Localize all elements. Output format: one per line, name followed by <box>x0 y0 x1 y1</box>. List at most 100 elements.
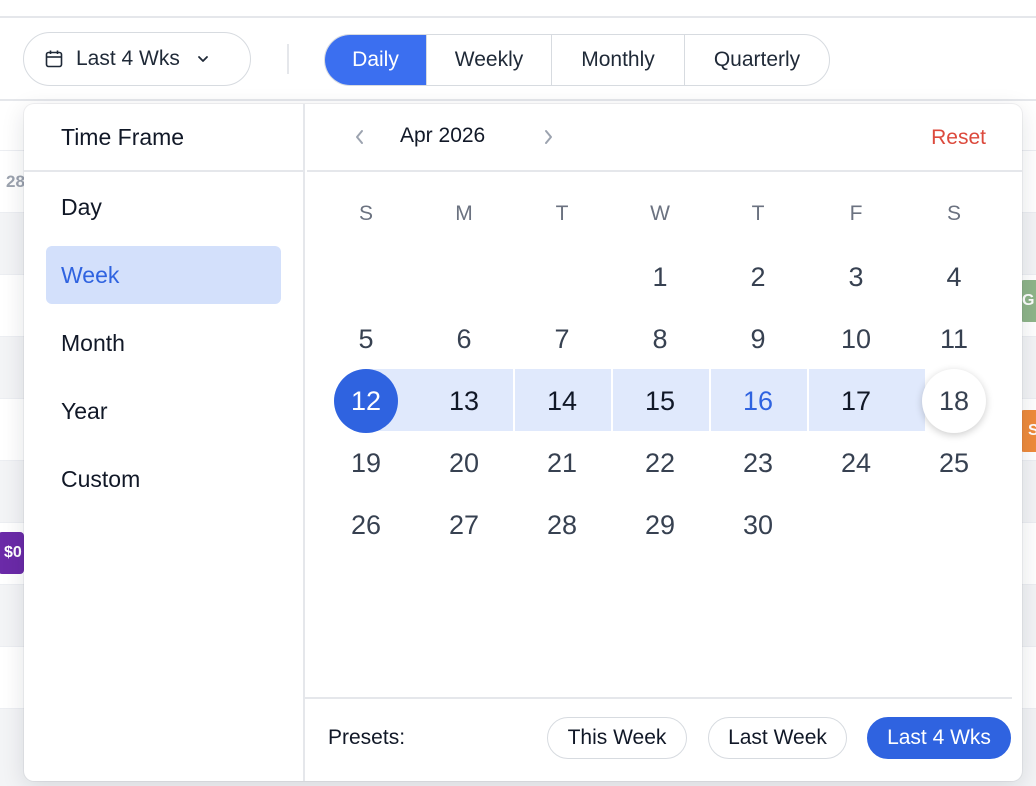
day-number: 18 <box>938 385 970 416</box>
day-number: 4 <box>946 261 962 292</box>
day-25[interactable]: 25 <box>905 432 1003 494</box>
chevron-down-icon <box>197 56 208 62</box>
time-frame-month[interactable]: Month <box>46 314 281 372</box>
day-18[interactable]: 18 <box>905 369 1003 433</box>
time-frame-custom[interactable]: Custom <box>46 450 281 508</box>
preset-last-week[interactable]: Last Week <box>708 717 847 759</box>
day-number: 29 <box>644 509 676 540</box>
bg-event-chip: G <box>1020 280 1036 322</box>
day-empty <box>905 494 1003 556</box>
day-26[interactable]: 26 <box>317 494 415 556</box>
day-number: 16 <box>742 385 774 416</box>
day-13[interactable]: 13 <box>415 370 513 432</box>
day-8[interactable]: 8 <box>611 308 709 370</box>
day-16[interactable]: 16 <box>709 370 807 432</box>
weekday-sun: S <box>358 202 373 225</box>
day-23[interactable]: 23 <box>709 432 807 494</box>
day-number: 3 <box>848 261 864 292</box>
day-22[interactable]: 22 <box>611 432 709 494</box>
day-number: 10 <box>840 323 872 354</box>
day-30[interactable]: 30 <box>709 494 807 556</box>
view-daily-button[interactable]: Daily <box>325 35 426 85</box>
day-number: 8 <box>652 323 668 354</box>
time-frame-day[interactable]: Day <box>46 178 281 236</box>
weekday-mon: M <box>455 202 473 225</box>
presets-label: Presets: <box>328 726 406 749</box>
day-number: 7 <box>554 323 570 354</box>
day-empty <box>317 246 415 308</box>
day-number: 27 <box>448 509 480 540</box>
week-row: 26 27 28 29 30 <box>317 494 1003 556</box>
day-number: 23 <box>742 447 774 478</box>
view-switcher: Daily Weekly Monthly Quarterly <box>324 34 830 86</box>
weekday-header: S M T W T F S <box>317 202 1003 226</box>
calendar-icon <box>45 50 63 68</box>
day-17[interactable]: 17 <box>807 370 905 432</box>
day-number: 15 <box>644 385 676 416</box>
day-empty <box>513 246 611 308</box>
day-number: 21 <box>546 447 578 478</box>
preset-this-week[interactable]: This Week <box>547 717 687 759</box>
preset-last-4-wks[interactable]: Last 4 Wks <box>867 717 1011 759</box>
time-frame-panel: Time Frame Day Week Month Year Custom <box>24 104 305 781</box>
day-6[interactable]: 6 <box>415 308 513 370</box>
date-range-label: Last 4 Wks <box>76 47 180 70</box>
day-grid: 1 2 3 4 5 6 7 8 9 10 11 12 13 14 15 16 17 18 19 20 21 22 23 24 2… <box>317 246 1003 556</box>
day-number: 17 <box>840 385 872 416</box>
day-number: 13 <box>448 385 480 416</box>
day-number: 26 <box>350 509 382 540</box>
week-row: 12 13 14 15 16 17 18 <box>317 369 1003 433</box>
day-12[interactable]: 12 <box>317 369 415 433</box>
bg-event-chip: $0 <box>0 532 24 574</box>
weekday-sat: S <box>946 202 961 225</box>
date-range-button[interactable]: Last 4 Wks <box>23 32 251 86</box>
day-10[interactable]: 10 <box>807 308 905 370</box>
view-monthly-button[interactable]: Monthly <box>551 35 684 85</box>
week-row: 19 20 21 22 23 24 25 <box>317 432 1003 494</box>
day-number: 2 <box>750 261 766 292</box>
day-empty <box>807 494 905 556</box>
day-11[interactable]: 11 <box>905 308 1003 370</box>
day-3[interactable]: 3 <box>807 246 905 308</box>
day-29[interactable]: 29 <box>611 494 709 556</box>
calendar-header: Apr 2026 Reset <box>307 104 1022 172</box>
day-number: 28 <box>546 509 578 540</box>
presets-divider <box>303 697 1012 699</box>
day-7[interactable]: 7 <box>513 308 611 370</box>
bg-date-peek: 28 <box>6 172 25 191</box>
view-weekly-button[interactable]: Weekly <box>426 35 551 85</box>
weekday-tue: T <box>555 202 569 225</box>
day-number: 14 <box>546 385 578 416</box>
day-27[interactable]: 27 <box>415 494 513 556</box>
bg-event-chip: S <box>1020 410 1036 452</box>
reset-button[interactable]: Reset <box>931 126 986 150</box>
day-number: 11 <box>939 323 969 354</box>
day-9[interactable]: 9 <box>709 308 807 370</box>
day-2[interactable]: 2 <box>709 246 807 308</box>
view-quarterly-button[interactable]: Quarterly <box>684 35 829 85</box>
day-number: 1 <box>652 261 668 292</box>
next-month-button[interactable] <box>533 122 563 152</box>
day-28[interactable]: 28 <box>513 494 611 556</box>
day-number: 30 <box>742 509 774 540</box>
day-15[interactable]: 15 <box>611 370 709 432</box>
day-5[interactable]: 5 <box>317 308 415 370</box>
top-divider <box>0 16 1036 18</box>
day-20[interactable]: 20 <box>415 432 513 494</box>
day-1[interactable]: 1 <box>611 246 709 308</box>
day-number: 19 <box>350 447 382 478</box>
day-number: 25 <box>938 447 970 478</box>
time-frame-list: Day Week Month Year Custom <box>24 172 303 508</box>
prev-month-button[interactable] <box>345 122 375 152</box>
weekday-fri: F <box>849 202 863 225</box>
day-4[interactable]: 4 <box>905 246 1003 308</box>
day-21[interactable]: 21 <box>513 432 611 494</box>
time-frame-week[interactable]: Week <box>46 246 281 304</box>
day-19[interactable]: 19 <box>317 432 415 494</box>
day-24[interactable]: 24 <box>807 432 905 494</box>
day-number: 22 <box>644 447 676 478</box>
date-picker-popover: Time Frame Day Week Month Year Custom Ap… <box>24 104 1022 781</box>
time-frame-year[interactable]: Year <box>46 382 281 440</box>
day-number: 20 <box>448 447 480 478</box>
day-14[interactable]: 14 <box>513 370 611 432</box>
